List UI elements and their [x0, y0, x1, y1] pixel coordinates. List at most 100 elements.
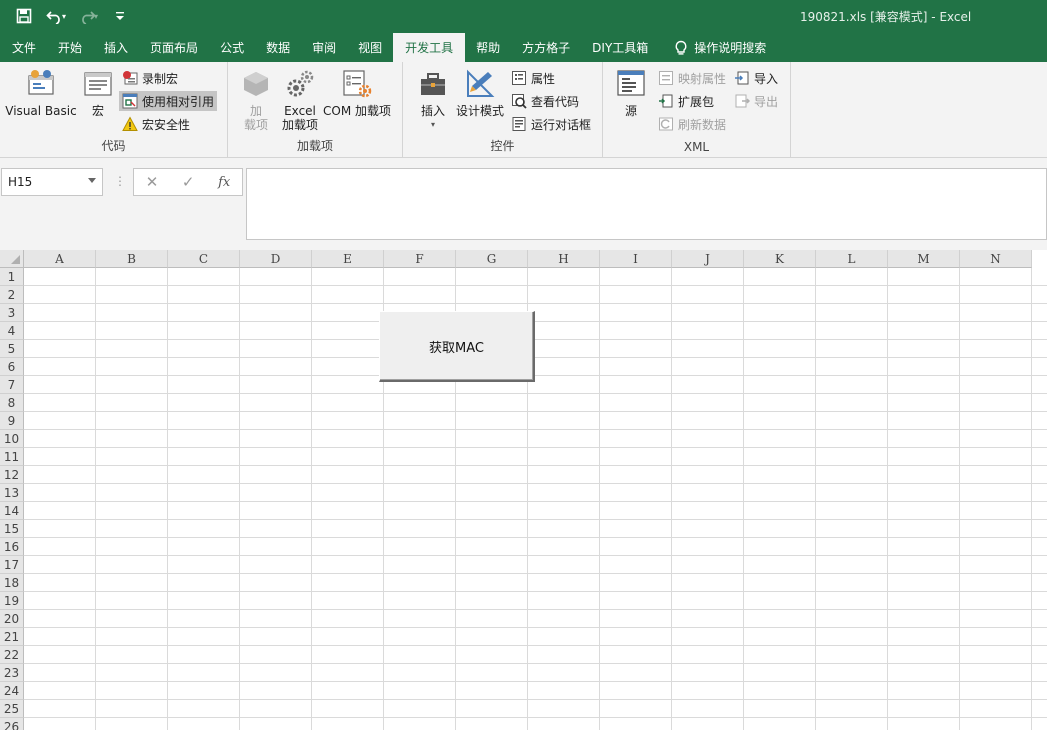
row-header-11[interactable]: 11 — [0, 448, 24, 466]
tab-diy-toolbox[interactable]: DIY工具箱 — [581, 33, 659, 62]
tab-review[interactable]: 审阅 — [301, 33, 347, 62]
row-header-1[interactable]: 1 — [0, 268, 24, 286]
column-gridline — [1031, 268, 1032, 730]
column-header-b[interactable]: B — [96, 250, 168, 268]
name-box-dropdown-icon[interactable] — [88, 178, 96, 183]
row-header-19[interactable]: 19 — [0, 592, 24, 610]
tab-fangfanggezi[interactable]: 方方格子 — [511, 33, 581, 62]
row-header-18[interactable]: 18 — [0, 574, 24, 592]
name-box[interactable]: H15 — [1, 168, 103, 196]
row-header-21[interactable]: 21 — [0, 628, 24, 646]
excel-addins-label-line1: Excel — [284, 104, 316, 118]
row-header-3[interactable]: 3 — [0, 304, 24, 322]
insert-control-button[interactable]: 插入 ▾ — [413, 68, 453, 132]
get-mac-button[interactable]: 获取MAC — [379, 311, 535, 382]
record-macro-button[interactable]: 录制宏 — [119, 68, 181, 88]
xml-source-button[interactable]: 源 — [615, 68, 647, 118]
row-header-8[interactable]: 8 — [0, 394, 24, 412]
row-header-9[interactable]: 9 — [0, 412, 24, 430]
row-header-2[interactable]: 2 — [0, 286, 24, 304]
quick-access-toolbar: ▾ ▾ — [10, 5, 134, 27]
design-mode-button[interactable]: 设计模式 — [454, 68, 506, 118]
tab-insert[interactable]: 插入 — [93, 33, 139, 62]
row-header-10[interactable]: 10 — [0, 430, 24, 448]
column-header-n[interactable]: N — [960, 250, 1032, 268]
column-header-e[interactable]: E — [312, 250, 384, 268]
redo-icon[interactable]: ▾ — [74, 5, 102, 27]
row-header-12[interactable]: 12 — [0, 466, 24, 484]
macros-icon — [84, 72, 112, 96]
refresh-data-button[interactable]: 刷新数据 — [655, 114, 729, 134]
excel-addins-button[interactable]: Excel 加载项 — [278, 68, 322, 132]
column-header-d[interactable]: D — [240, 250, 312, 268]
column-gridline — [239, 268, 240, 730]
tab-home[interactable]: 开始 — [47, 33, 93, 62]
addins-button[interactable]: 加 载项 — [240, 68, 272, 132]
use-relative-references-button[interactable]: 使用相对引用 — [119, 91, 218, 111]
column-header-g[interactable]: G — [456, 250, 528, 268]
row-gridline — [24, 627, 1047, 628]
com-addins-label: COM 加载项 — [323, 104, 391, 118]
properties-button[interactable]: 属性 — [508, 68, 558, 88]
tab-developer[interactable]: 开发工具 — [393, 33, 466, 62]
tab-formulas[interactable]: 公式 — [209, 33, 255, 62]
row-header-25[interactable]: 25 — [0, 700, 24, 718]
refresh-data-label: 刷新数据 — [678, 117, 727, 132]
column-header-i[interactable]: I — [600, 250, 672, 268]
row-header-14[interactable]: 14 — [0, 502, 24, 520]
row-header-24[interactable]: 24 — [0, 682, 24, 700]
row-header-4[interactable]: 4 — [0, 322, 24, 340]
column-gridline — [599, 268, 600, 730]
row-header-16[interactable]: 16 — [0, 538, 24, 556]
column-header-l[interactable]: L — [816, 250, 888, 268]
row-header-5[interactable]: 5 — [0, 340, 24, 358]
column-header-j[interactable]: J — [672, 250, 744, 268]
xml-source-label: 源 — [624, 104, 637, 118]
column-header-k[interactable]: K — [744, 250, 816, 268]
customize-qat-icon[interactable] — [106, 5, 134, 27]
macros-button[interactable]: 宏 — [80, 68, 116, 118]
column-header-c[interactable]: C — [168, 250, 240, 268]
row-header-13[interactable]: 13 — [0, 484, 24, 502]
column-header-m[interactable]: M — [888, 250, 960, 268]
tab-page-layout[interactable]: 页面布局 — [139, 33, 209, 62]
row-header-20[interactable]: 20 — [0, 610, 24, 628]
xml-import-button[interactable]: 导入 — [731, 68, 781, 88]
row-header-22[interactable]: 22 — [0, 646, 24, 664]
macro-security-button[interactable]: 宏安全性 — [119, 114, 193, 134]
formula-bar-grip-icon[interactable]: ⋮ — [114, 174, 126, 188]
run-dialog-icon — [512, 117, 526, 131]
com-addins-button[interactable]: COM 加载项 — [321, 68, 393, 118]
row-header-17[interactable]: 17 — [0, 556, 24, 574]
worksheet-grid[interactable]: A B C D E F G H I J K L M N 1 2 3 4 5 6 7 8 9 10 11 12 13 14 15 16 17 1… — [0, 250, 1047, 730]
undo-icon[interactable]: ▾ — [42, 5, 70, 27]
tab-file[interactable]: 文件 — [0, 33, 47, 62]
com-addins-icon — [343, 70, 372, 98]
select-all-corner[interactable] — [0, 250, 24, 268]
enter-icon[interactable]: ✓ — [182, 173, 195, 191]
cancel-icon[interactable]: ✕ — [146, 173, 159, 191]
map-properties-button[interactable]: 映射属性 — [655, 68, 729, 88]
row-header-15[interactable]: 15 — [0, 520, 24, 538]
column-header-h[interactable]: H — [528, 250, 600, 268]
row-header-23[interactable]: 23 — [0, 664, 24, 682]
tell-me-search[interactable]: 操作说明搜索 — [663, 33, 777, 62]
expansion-packs-button[interactable]: 扩展包 — [655, 91, 717, 111]
row-header-26[interactable]: 26 — [0, 718, 24, 730]
tab-help[interactable]: 帮助 — [465, 33, 511, 62]
group-code: Visual Basic 宏 录制宏 使用相对引用 宏安全性 代码 — [0, 62, 228, 157]
save-icon[interactable] — [10, 5, 38, 27]
tab-data[interactable]: 数据 — [255, 33, 301, 62]
insert-function-icon[interactable]: fx — [218, 175, 230, 190]
tab-view[interactable]: 视图 — [347, 33, 393, 62]
visual-basic-button[interactable]: Visual Basic — [4, 68, 78, 118]
formula-input[interactable] — [246, 168, 1047, 240]
xml-source-icon — [617, 70, 645, 96]
column-header-f[interactable]: F — [384, 250, 456, 268]
row-header-7[interactable]: 7 — [0, 376, 24, 394]
view-code-button[interactable]: 查看代码 — [508, 91, 582, 111]
row-header-6[interactable]: 6 — [0, 358, 24, 376]
run-dialog-button[interactable]: 运行对话框 — [508, 114, 594, 134]
xml-export-button[interactable]: 导出 — [731, 91, 781, 111]
column-header-a[interactable]: A — [24, 250, 96, 268]
